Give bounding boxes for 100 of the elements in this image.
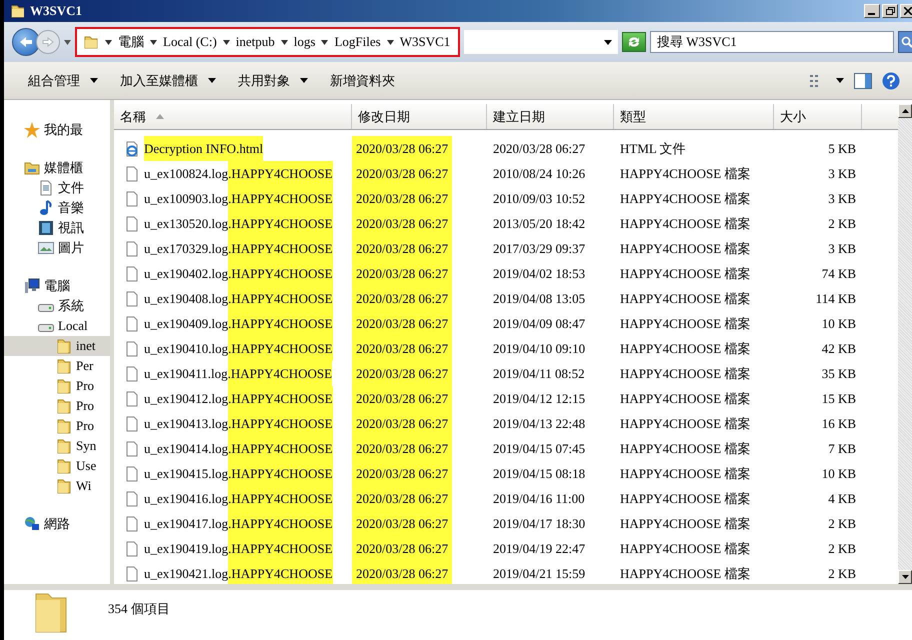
toolbar-button[interactable]: 組合管理 (20, 68, 106, 94)
highlighted-text: 2020/03/28 06:27 (352, 561, 452, 584)
sidebar-item[interactable]: Syn (4, 436, 110, 456)
breadcrumb-item[interactable]: inetpub (236, 34, 275, 50)
highlighted-text: .HAPPY4CHOOSE (228, 186, 333, 211)
minimize-button[interactable] (864, 4, 880, 18)
blank-file-icon (124, 190, 140, 206)
window-title: W3SVC1 (30, 3, 82, 19)
refresh-icon (627, 36, 641, 48)
sidebar-item[interactable]: 我的最 (4, 120, 110, 140)
file-name: u_ex190419.log (144, 540, 228, 558)
breadcrumb-item[interactable]: LogFiles (334, 34, 381, 50)
table-cell-text: 5 KB (827, 140, 857, 158)
file-name: u_ex190415.log (144, 464, 228, 483)
sidebar-item[interactable]: Local (4, 316, 110, 336)
table-cell-text: HAPPY4CHOOSE 檔案 (619, 340, 752, 358)
scroll-down-icon[interactable] (902, 575, 908, 579)
table-cell-text: HAPPY4CHOOSE 檔案 (619, 564, 752, 582)
breadcrumb-item[interactable]: W3SVC1 (400, 34, 450, 50)
table-cell-text: 16 KB (820, 414, 857, 432)
sidebar-item[interactable]: Pro (4, 396, 110, 416)
table-cell-text: 35 KB (820, 364, 857, 382)
highlighted-text: .HAPPY4CHOOSE (228, 436, 333, 461)
sidebar-item[interactable]: 文件 (4, 178, 110, 198)
sidebar-item[interactable]: Wi (4, 476, 110, 496)
breadcrumb-item[interactable]: 電腦 (118, 33, 144, 51)
sidebar-item[interactable]: 電腦 (4, 276, 110, 296)
caret-icon[interactable] (150, 38, 157, 46)
caret-icon[interactable] (836, 78, 844, 83)
file-name: u_ex100824.log (144, 164, 228, 183)
highlighted-text: .HAPPY4CHOOSE (228, 386, 333, 411)
column-header[interactable]: 建立日期 (487, 104, 614, 129)
highlighted-text: .HAPPY4CHOOSE (228, 311, 333, 336)
table-cell-text: HAPPY4CHOOSE 檔案 (619, 514, 752, 532)
table-cell-text: 2019/04/16 11:00 (492, 490, 586, 508)
column-header[interactable]: 大小 (774, 104, 862, 129)
table-cell-text: HAPPY4CHOOSE 檔案 (619, 464, 752, 482)
table-cell-text: HAPPY4CHOOSE 檔案 (619, 364, 752, 382)
caret-icon[interactable] (222, 38, 230, 46)
file-name: u_ex190417.log (144, 514, 228, 533)
column-header[interactable]: 名稱 (114, 104, 352, 129)
search-field[interactable]: 搜尋 W3SVC1 (650, 31, 894, 53)
sidebar-item[interactable]: Use (4, 456, 110, 476)
forward-button[interactable] (36, 30, 60, 54)
blank-file-icon (124, 216, 140, 232)
close-button[interactable] (900, 4, 912, 18)
breadcrumb-item[interactable]: logs (294, 34, 316, 50)
file-name: u_ex190408.log (144, 290, 228, 308)
caret-icon[interactable] (386, 38, 394, 46)
highlighted-text: .HAPPY4CHOOSE (228, 486, 333, 511)
toolbar-button[interactable]: 新增資料夾 (322, 68, 403, 94)
file-name: u_ex190412.log (144, 390, 228, 408)
scroll-up-icon[interactable] (902, 109, 908, 113)
caret-icon[interactable] (280, 38, 288, 46)
toolbar-button[interactable]: 加入至媒體櫃 (112, 68, 224, 94)
sidebar-item[interactable]: Per (4, 356, 110, 376)
file-name: u_ex190413.log (144, 414, 228, 433)
highlighted-text: 2020/03/28 06:27 (352, 236, 452, 261)
table-cell-text: HAPPY4CHOOSE 檔案 (619, 164, 752, 182)
highlighted-text: 2020/03/28 06:27 (352, 136, 452, 161)
sidebar-item[interactable]: 媒體櫃 (4, 158, 110, 178)
table-cell-text: 15 KB (820, 390, 857, 408)
sidebar-item[interactable]: 系統 (4, 296, 110, 316)
toolbar-button[interactable]: 共用對象 (230, 68, 316, 94)
computer-icon (24, 278, 40, 294)
sidebar-item[interactable]: 視訊 (4, 218, 110, 238)
folder-icon (56, 358, 72, 374)
dropdown-caret-icon[interactable] (604, 40, 612, 44)
breadcrumb-item[interactable]: Local (C:) (163, 34, 217, 50)
table-cell-text: 2019/04/17 18:30 (492, 514, 586, 532)
caret-icon (208, 78, 216, 83)
table-cell-text: 2019/04/02 18:53 (492, 264, 586, 282)
column-header[interactable]: 類型 (614, 104, 774, 129)
file-name: u_ex190409.log (144, 314, 228, 333)
sidebar-item[interactable]: 音樂 (4, 198, 110, 218)
column-header[interactable]: 修改日期 (352, 104, 487, 129)
sidebar-item[interactable]: inet (4, 336, 110, 356)
close-icon (904, 7, 912, 15)
sidebar-item[interactable]: Pro (4, 416, 110, 436)
back-button[interactable] (12, 28, 40, 56)
help-icon[interactable] (882, 72, 900, 90)
table-cell-text: 2017/03/29 09:37 (492, 240, 586, 258)
maximize-button[interactable] (882, 4, 898, 18)
scrollbar[interactable] (898, 104, 912, 584)
refresh-button[interactable] (622, 32, 646, 52)
folder-icon (56, 338, 72, 354)
caret-icon[interactable] (105, 38, 112, 46)
caret-icon[interactable] (321, 38, 328, 46)
sidebar-item[interactable]: 網路 (4, 514, 110, 534)
sidebar-item[interactable]: 圖片 (4, 238, 110, 258)
highlighted-text: 2020/03/28 06:27 (352, 386, 452, 411)
search-button[interactable] (898, 31, 912, 53)
highlighted-text: 2020/03/28 06:27 (352, 436, 452, 461)
blank-file-icon (124, 490, 140, 506)
sidebar-item[interactable]: Pro (4, 376, 110, 396)
table-cell-text: HAPPY4CHOOSE 檔案 (619, 540, 752, 558)
preview-pane-icon[interactable] (854, 72, 872, 88)
highlighted-text: Decryption INFO.html (144, 136, 264, 161)
table-cell-text: 3 KB (827, 164, 857, 182)
library-folder-icon (24, 160, 40, 176)
